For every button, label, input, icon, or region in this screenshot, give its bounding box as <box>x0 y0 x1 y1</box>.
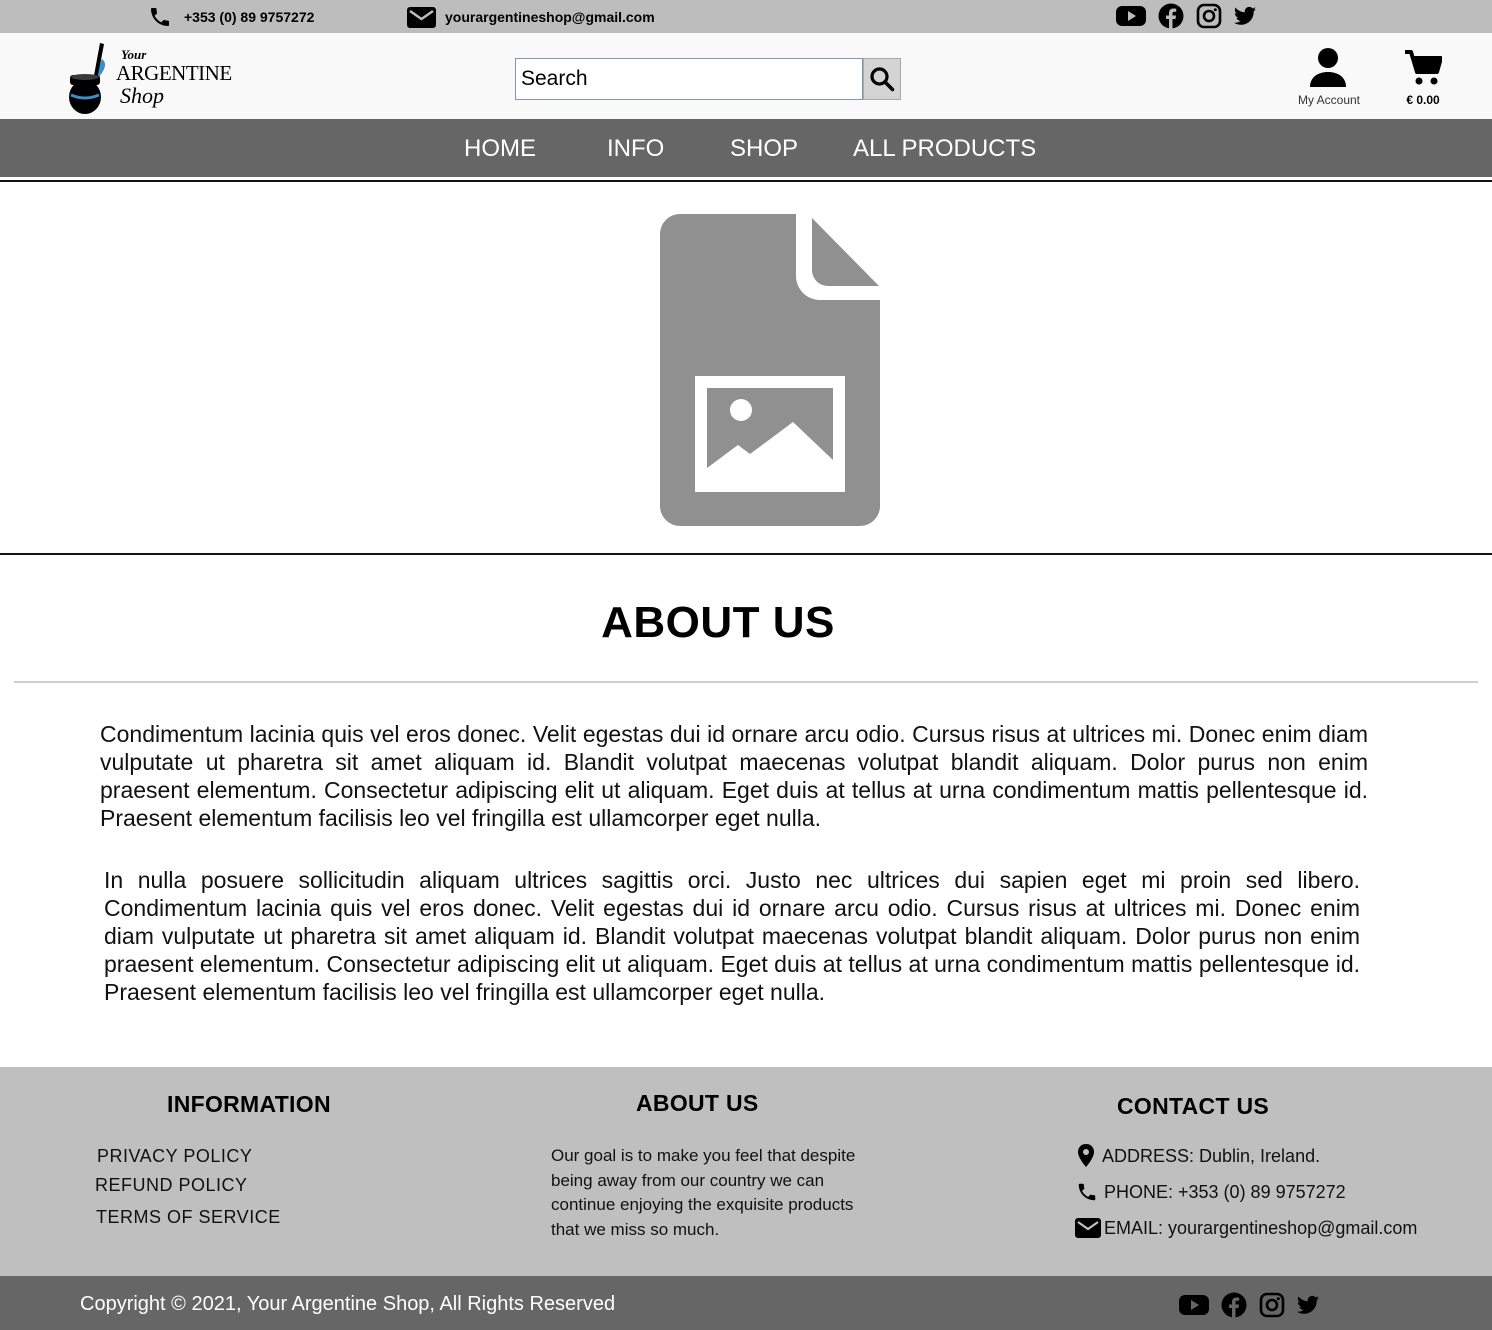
footer-about-line: being away from our country we can <box>551 1170 825 1190</box>
copyright-text: Copyright © 2021, Your Argentine Shop, A… <box>80 1293 616 1315</box>
site-header: Your ARGENTINE Shop My Account € 0.00 <box>0 33 1492 119</box>
search-icon <box>870 67 895 92</box>
mate-cup-logo-icon <box>69 43 106 114</box>
phone-icon <box>151 8 169 26</box>
top-email-text: yourargentineshop@gmail.com <box>445 9 655 25</box>
nav-info[interactable]: INFO <box>607 135 664 163</box>
search-input[interactable] <box>515 58 863 100</box>
my-account-label: My Account <box>1297 93 1361 107</box>
nav-home[interactable]: HOME <box>464 135 536 163</box>
footer-link-privacy-policy[interactable]: PRIVACY POLICY <box>97 1146 252 1167</box>
youtube-icon[interactable] <box>1179 1294 1209 1316</box>
instagram-icon[interactable] <box>1259 1292 1285 1318</box>
hero-divider <box>0 553 1492 555</box>
footer-social-links <box>1179 1292 1319 1318</box>
phone-icon <box>1078 1183 1096 1201</box>
nav-all-products[interactable]: ALL PRODUCTS <box>853 135 1036 163</box>
hero-image-area <box>0 182 1492 553</box>
footer-about-line: continue enjoying the exquisite products <box>551 1195 854 1214</box>
location-pin-icon <box>1078 1144 1094 1167</box>
top-phone-text: +353 (0) 89 9757272 <box>184 9 315 25</box>
my-account-link[interactable]: My Account <box>1290 45 1368 109</box>
cart-link[interactable]: € 0.00 <box>1398 45 1448 109</box>
site-footer: INFORMATION PRIVACY POLICY REFUND POLICY… <box>0 1067 1492 1276</box>
copyright-bar: Copyright © 2021, Your Argentine Shop, A… <box>0 1276 1492 1330</box>
footer-about-line: that we miss so much. <box>551 1219 720 1239</box>
footer-link-refund-policy[interactable]: REFUND POLICY <box>95 1175 248 1196</box>
top-social-links <box>1116 3 1256 29</box>
site-logo[interactable]: Your ARGENTINE Shop <box>66 41 232 115</box>
cart-icon <box>1405 50 1442 85</box>
footer-address: ADDRESS: Dublin, Ireland. <box>1076 1144 1320 1168</box>
about-paragraph-1: Condimentum lacinia quis vel eros donec.… <box>100 721 1368 831</box>
mail-icon <box>1075 1218 1101 1238</box>
footer-link-terms-of-service[interactable]: TERMS OF SERVICE <box>96 1207 281 1228</box>
footer-about-heading: ABOUT US <box>636 1090 759 1116</box>
user-icon <box>1310 48 1346 87</box>
about-paragraph-2: In nulla posuere sollicitudin aliquam ul… <box>104 867 1360 1005</box>
footer-about-line: Our goal is to make you feel that despit… <box>551 1146 856 1165</box>
footer-information-heading: INFORMATION <box>167 1091 331 1117</box>
facebook-icon[interactable] <box>1158 3 1184 29</box>
mail-icon <box>407 7 436 28</box>
nav-shop[interactable]: SHOP <box>730 135 798 163</box>
footer-contact-heading: CONTACT US <box>1117 1093 1270 1119</box>
page-title: ABOUT US <box>601 598 835 647</box>
footer-address-text: ADDRESS: Dublin, Ireland. <box>1102 1145 1321 1166</box>
main-nav: HOME INFO SHOP ALL PRODUCTS <box>0 119 1492 180</box>
twitter-icon[interactable] <box>1297 1295 1319 1315</box>
youtube-icon[interactable] <box>1116 5 1146 27</box>
top-email[interactable]: yourargentineshop@gmail.com <box>406 5 655 29</box>
top-contact-bar: +353 (0) 89 9757272 yourargentineshop@gm… <box>0 0 1492 33</box>
twitter-icon[interactable] <box>1234 6 1256 26</box>
title-divider <box>14 681 1478 683</box>
facebook-icon[interactable] <box>1221 1292 1247 1318</box>
top-phone[interactable]: +353 (0) 89 9757272 <box>148 5 314 29</box>
footer-email-text: EMAIL: yourargentineshop@gmail.com <box>1104 1217 1418 1238</box>
footer-phone[interactable]: PHONE: +353 (0) 89 9757272 <box>1076 1181 1346 1203</box>
footer-email[interactable]: EMAIL: yourargentineshop@gmail.com <box>1075 1217 1417 1239</box>
search-button[interactable] <box>863 58 901 100</box>
image-file-icon <box>660 214 880 526</box>
logo-text-shop: Shop <box>120 83 164 108</box>
footer-about-text: Our goal is to make you feel that despit… <box>551 1144 881 1242</box>
footer-phone-text: PHONE: +353 (0) 89 9757272 <box>1104 1181 1346 1202</box>
cart-total: € 0.00 <box>1406 93 1440 107</box>
instagram-icon[interactable] <box>1196 3 1222 29</box>
search-bar <box>515 58 901 100</box>
